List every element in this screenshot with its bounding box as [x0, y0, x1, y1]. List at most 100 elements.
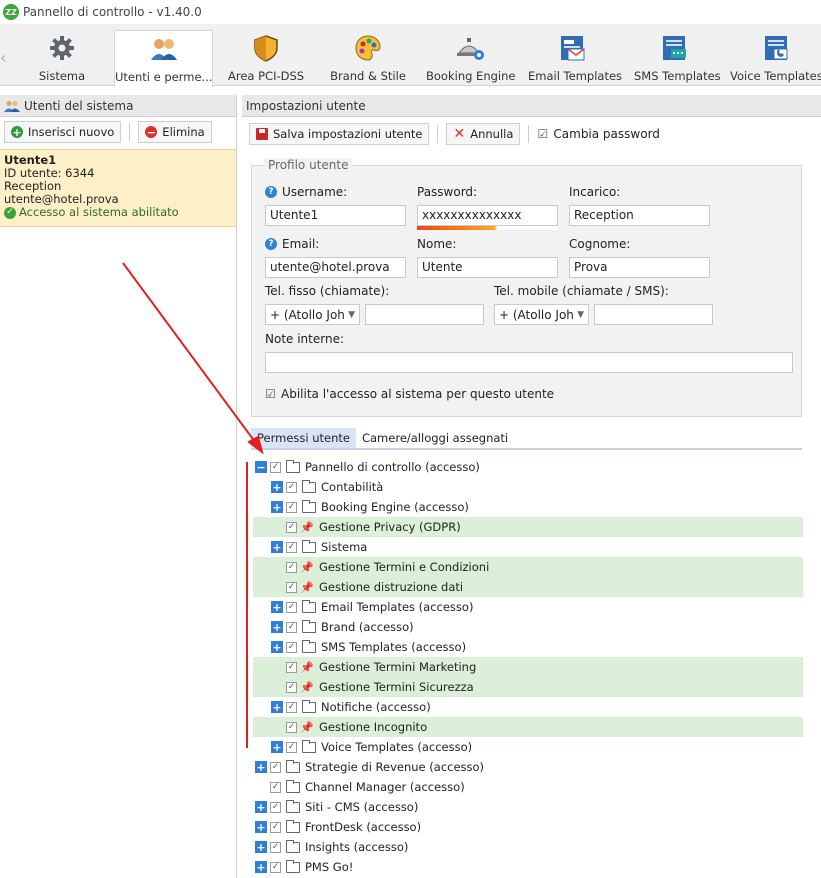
username-field[interactable]: Utente1: [265, 205, 406, 226]
tab-camere-alloggi[interactable]: Camere/alloggi assegnati: [356, 428, 514, 448]
user-settings-actions: Salva impostazioni utente ✕ Annulla ☑ Ca…: [242, 117, 821, 151]
permission-checkbox[interactable]: ✓: [286, 541, 297, 553]
toolbar-email-templates[interactable]: Email Templates: [528, 30, 622, 86]
toolbar-booking-engine[interactable]: Booking Engine: [426, 30, 515, 86]
tab-permessi-utente[interactable]: Permessi utente: [251, 428, 356, 448]
tree-item[interactable]: + ✓ Email Templates (accesso): [271, 597, 473, 617]
enable-access-checkbox[interactable]: ☑ Abilita l'accesso al sistema per quest…: [265, 387, 554, 401]
toolbar-sms-templates[interactable]: SMS Templates: [634, 30, 721, 86]
expand-icon[interactable]: +: [271, 501, 283, 513]
permission-checkbox[interactable]: ✓: [286, 581, 297, 593]
toolbar-voice-templates[interactable]: Voice Templates: [730, 30, 821, 86]
phone-prefix-select[interactable]: + (Atollo Joh ▼: [265, 304, 360, 325]
tree-item[interactable]: ✓ 📌 Gestione Incognito: [271, 717, 427, 737]
permission-checkbox[interactable]: ✓: [286, 481, 297, 493]
tree-item[interactable]: ✓ 📌 Gestione Termini Marketing: [271, 657, 476, 677]
permission-checkbox[interactable]: ✓: [286, 601, 297, 613]
mobile-number-field[interactable]: [594, 304, 713, 325]
help-icon[interactable]: ?: [265, 238, 277, 250]
permission-checkbox[interactable]: ✓: [286, 721, 297, 733]
permission-checkbox[interactable]: ✓: [270, 461, 281, 473]
tree-item[interactable]: + ✓ Booking Engine (accesso): [271, 497, 469, 517]
save-user-settings-button[interactable]: Salva impostazioni utente: [249, 123, 430, 145]
permission-checkbox[interactable]: ✓: [270, 841, 281, 853]
tree-item[interactable]: + ✓ Insights (accesso): [255, 837, 408, 857]
permission-checkbox[interactable]: ✓: [286, 501, 297, 513]
folder-icon: [286, 779, 300, 793]
collapse-icon[interactable]: −: [255, 461, 267, 473]
delete-user-button[interactable]: − Elimina: [138, 121, 212, 143]
expand-icon[interactable]: +: [271, 741, 283, 753]
permission-checkbox[interactable]: ✓: [286, 641, 297, 653]
tree-item[interactable]: − ✓ Pannello di controllo (accesso): [255, 457, 480, 477]
tree-item[interactable]: + ✓ Strategie di Revenue (accesso): [255, 757, 484, 777]
permission-checkbox[interactable]: ✓: [286, 621, 297, 633]
expand-icon[interactable]: +: [271, 701, 283, 713]
role-label: Incarico:: [569, 185, 621, 199]
delete-icon: −: [145, 125, 158, 139]
tree-item[interactable]: ✓ 📌 Gestione Privacy (GDPR): [271, 517, 461, 537]
permission-checkbox[interactable]: ✓: [286, 561, 297, 573]
tree-item[interactable]: + ✓ Voice Templates (accesso): [271, 737, 472, 757]
permission-checkbox[interactable]: ✓: [286, 521, 297, 533]
tree-item-label: Sistema: [321, 540, 368, 554]
tree-item[interactable]: + ✓ Siti - CMS (accesso): [255, 797, 418, 817]
tree-item[interactable]: ✓ 📌 Gestione Termini Sicurezza: [271, 677, 474, 697]
permission-checkbox[interactable]: ✓: [270, 801, 281, 813]
name-field[interactable]: Utente: [417, 257, 558, 278]
toolbar-sistema[interactable]: Sistema: [26, 30, 98, 86]
permission-checkbox[interactable]: ✓: [286, 741, 297, 753]
add-user-button[interactable]: + Inserisci nuovo: [4, 121, 122, 143]
expand-icon[interactable]: +: [255, 761, 267, 773]
tree-item[interactable]: ✓ 📌 Gestione Termini e Condizioni: [271, 557, 489, 577]
folder-icon: [302, 739, 316, 753]
tree-item[interactable]: + ✓ Contabilità: [271, 477, 383, 497]
toolbar-scroll-left-icon[interactable]: ‹: [0, 48, 6, 67]
permission-checkbox[interactable]: ✓: [270, 861, 281, 873]
permission-checkbox[interactable]: ✓: [270, 821, 281, 833]
tree-item[interactable]: + ✓ PMS Go!: [255, 857, 353, 877]
tree-item[interactable]: ✓ 📌 Gestione distruzione dati: [271, 577, 463, 597]
name-label: Nome:: [417, 237, 457, 251]
expand-icon[interactable]: +: [271, 621, 283, 633]
permission-checkbox[interactable]: ✓: [270, 761, 281, 773]
main-toolbar: ‹ Sistema Utenti e perme... Area PCI-DSS…: [0, 24, 821, 87]
password-field[interactable]: xxxxxxxxxxxxxx: [417, 205, 558, 226]
phone-number-field[interactable]: [365, 304, 484, 325]
pin-icon: 📌: [300, 680, 314, 694]
surname-field[interactable]: Prova: [569, 257, 710, 278]
toolbar-brand[interactable]: Brand & Stile: [330, 30, 406, 86]
expand-icon[interactable]: +: [255, 841, 267, 853]
tree-item-label: Notifiche (accesso): [321, 700, 431, 714]
tree-item[interactable]: + ✓ Sistema: [271, 537, 367, 557]
change-password-checkbox[interactable]: ☑ Cambia password: [537, 127, 660, 141]
tree-item[interactable]: + ✓ FrontDesk (accesso): [255, 817, 421, 837]
tree-item[interactable]: ✓ Channel Manager (accesso): [255, 777, 465, 797]
tree-item[interactable]: + ✓ SMS Templates (accesso): [271, 637, 466, 657]
tree-item[interactable]: + ✓ Brand (accesso): [271, 617, 414, 637]
email-field[interactable]: utente@hotel.prova: [265, 257, 406, 278]
permission-checkbox[interactable]: ✓: [286, 681, 297, 693]
permission-checkbox[interactable]: ✓: [286, 701, 297, 713]
expand-icon[interactable]: +: [271, 541, 283, 553]
toolbar-pci-dss[interactable]: Area PCI-DSS: [228, 30, 304, 86]
expand-icon[interactable]: +: [255, 801, 267, 813]
permission-checkbox[interactable]: ✓: [270, 781, 281, 793]
expand-icon[interactable]: +: [271, 641, 283, 653]
tree-item-label: Voice Templates (accesso): [321, 740, 473, 754]
tree-item-label: Strategie di Revenue (accesso): [305, 760, 485, 774]
expand-icon[interactable]: +: [271, 601, 283, 613]
role-field[interactable]: Reception: [569, 205, 710, 226]
cancel-button[interactable]: ✕ Annulla: [446, 123, 521, 145]
mobile-prefix-select[interactable]: + (Atollo Joh ▼: [494, 304, 589, 325]
help-icon[interactable]: ?: [265, 186, 277, 198]
expand-icon[interactable]: +: [271, 481, 283, 493]
toolbar-utenti[interactable]: Utenti e perme...: [114, 30, 213, 87]
user-list-item[interactable]: Utente1 ID utente: 6344 Reception utente…: [0, 149, 236, 227]
permission-checkbox[interactable]: ✓: [286, 661, 297, 673]
notes-field[interactable]: [265, 352, 793, 373]
expand-icon[interactable]: +: [255, 861, 267, 873]
expand-icon[interactable]: +: [255, 821, 267, 833]
tree-item[interactable]: + ✓ Notifiche (accesso): [271, 697, 431, 717]
pin-icon: 📌: [300, 720, 314, 734]
